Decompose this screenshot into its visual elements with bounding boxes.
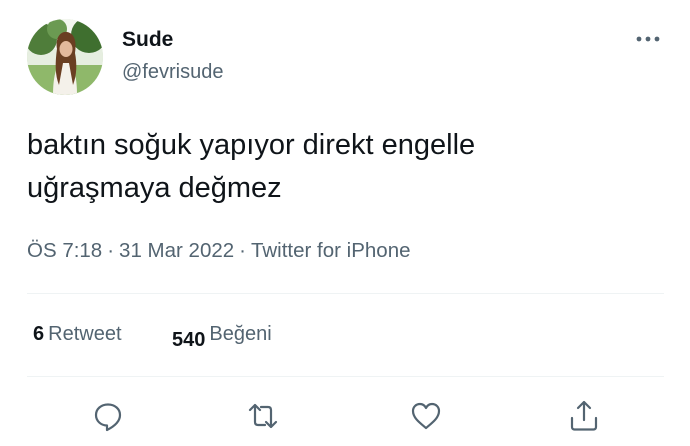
user-avatar-photo-icon: [27, 19, 103, 95]
tweet-text-line: uğraşmaya değmez: [27, 172, 282, 204]
author-display-name[interactable]: Sude: [122, 28, 173, 52]
tweet-card: Sude @fevrisude baktın soğuk yapıyor dir…: [0, 0, 690, 446]
retweets-stat[interactable]: 6 Retweet: [33, 320, 122, 348]
author-handle[interactable]: @fevrisude: [122, 60, 223, 84]
tweet-text: baktın soğuk yapıyor direkt engelle uğra…: [27, 124, 667, 210]
retweets-count: 6: [33, 323, 45, 345]
divider: [27, 376, 664, 377]
more-options-icon[interactable]: [632, 28, 664, 50]
likes-count: 540: [172, 329, 206, 351]
tweet-date[interactable]: 31 Mar 2022: [119, 239, 234, 262]
tweet-time[interactable]: ÖS 7:18: [27, 239, 102, 262]
share-icon: [570, 400, 598, 431]
retweet-icon: [248, 403, 278, 429]
retweet-button[interactable]: [245, 398, 281, 434]
tweet-text-line: baktın soğuk yapıyor direkt engelle: [27, 129, 476, 161]
tweet-source[interactable]: Twitter for iPhone: [251, 239, 411, 262]
tweet-metadata: ÖS 7:18 · 31 Mar 2022 · Twitter for iPhone: [27, 238, 411, 264]
meta-separator: ·: [239, 239, 246, 262]
tweet-actions-bar: [0, 398, 690, 434]
avatar[interactable]: [27, 19, 103, 95]
divider: [27, 293, 664, 294]
share-button[interactable]: [566, 398, 602, 434]
reply-button[interactable]: [90, 398, 126, 434]
reply-icon: [94, 403, 122, 432]
like-button[interactable]: [408, 398, 444, 434]
likes-stat[interactable]: 540 Beğeni: [172, 320, 272, 351]
retweets-label: Retweet: [48, 323, 122, 345]
like-icon: [411, 402, 441, 430]
meta-separator: ·: [107, 239, 115, 262]
likes-label: Beğeni: [209, 323, 272, 345]
